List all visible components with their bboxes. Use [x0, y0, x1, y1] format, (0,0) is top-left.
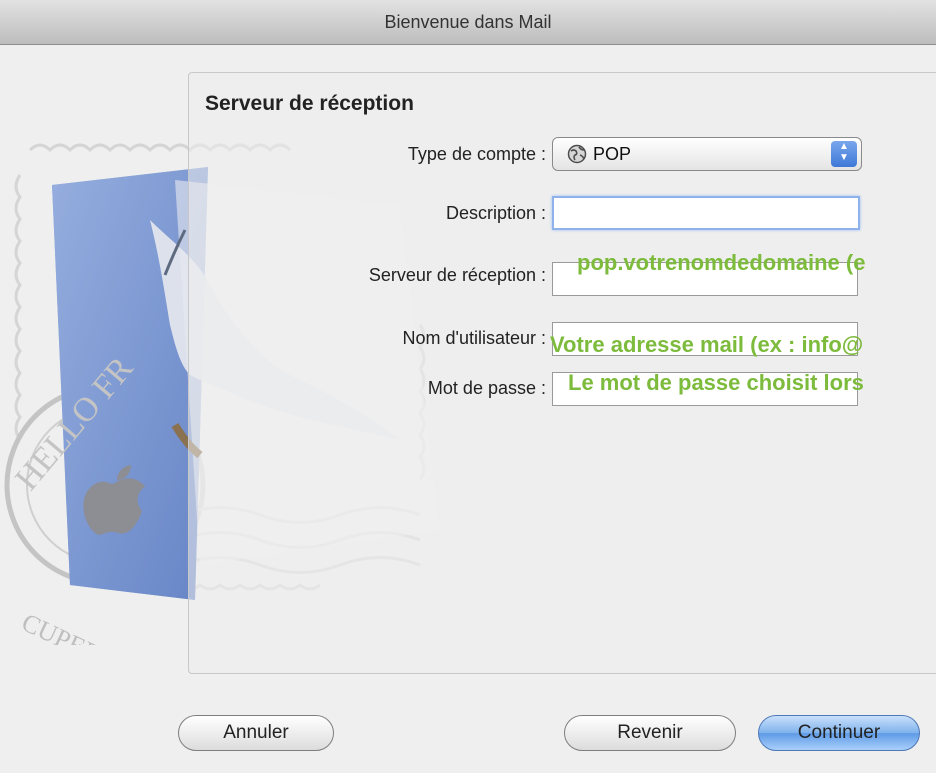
continue-button[interactable]: Continuer — [758, 715, 920, 751]
back-button[interactable]: Revenir — [564, 715, 736, 751]
section-title: Serveur de réception — [205, 92, 414, 115]
account-type-popup[interactable]: POP ▲ ▼ — [552, 137, 862, 171]
password-hint: Le mot de passe choisit lors — [568, 370, 864, 395]
password-label: Mot de passe : — [427, 378, 546, 398]
globe-icon — [567, 144, 587, 164]
window-title: Bienvenue dans Mail — [384, 12, 552, 32]
svg-text:CUPERTINO CA: CUPERTINO CA — [17, 607, 199, 645]
up-down-arrows-icon: ▲ ▼ — [831, 141, 857, 167]
incoming-server-hint: pop.votrenomdedomaine (e — [577, 250, 866, 275]
description-input[interactable] — [552, 196, 860, 230]
account-type-label: Type de compte : — [407, 144, 546, 164]
incoming-server-label: Serveur de réception : — [368, 265, 546, 285]
description-label: Description : — [445, 203, 546, 223]
cancel-button[interactable]: Annuler — [178, 715, 334, 751]
window-titlebar[interactable]: Bienvenue dans Mail — [0, 0, 936, 45]
account-type-value: POP — [593, 144, 632, 164]
username-label: Nom d'utilisateur : — [402, 328, 547, 348]
username-hint: Votre adresse mail (ex : info@ — [550, 332, 864, 357]
